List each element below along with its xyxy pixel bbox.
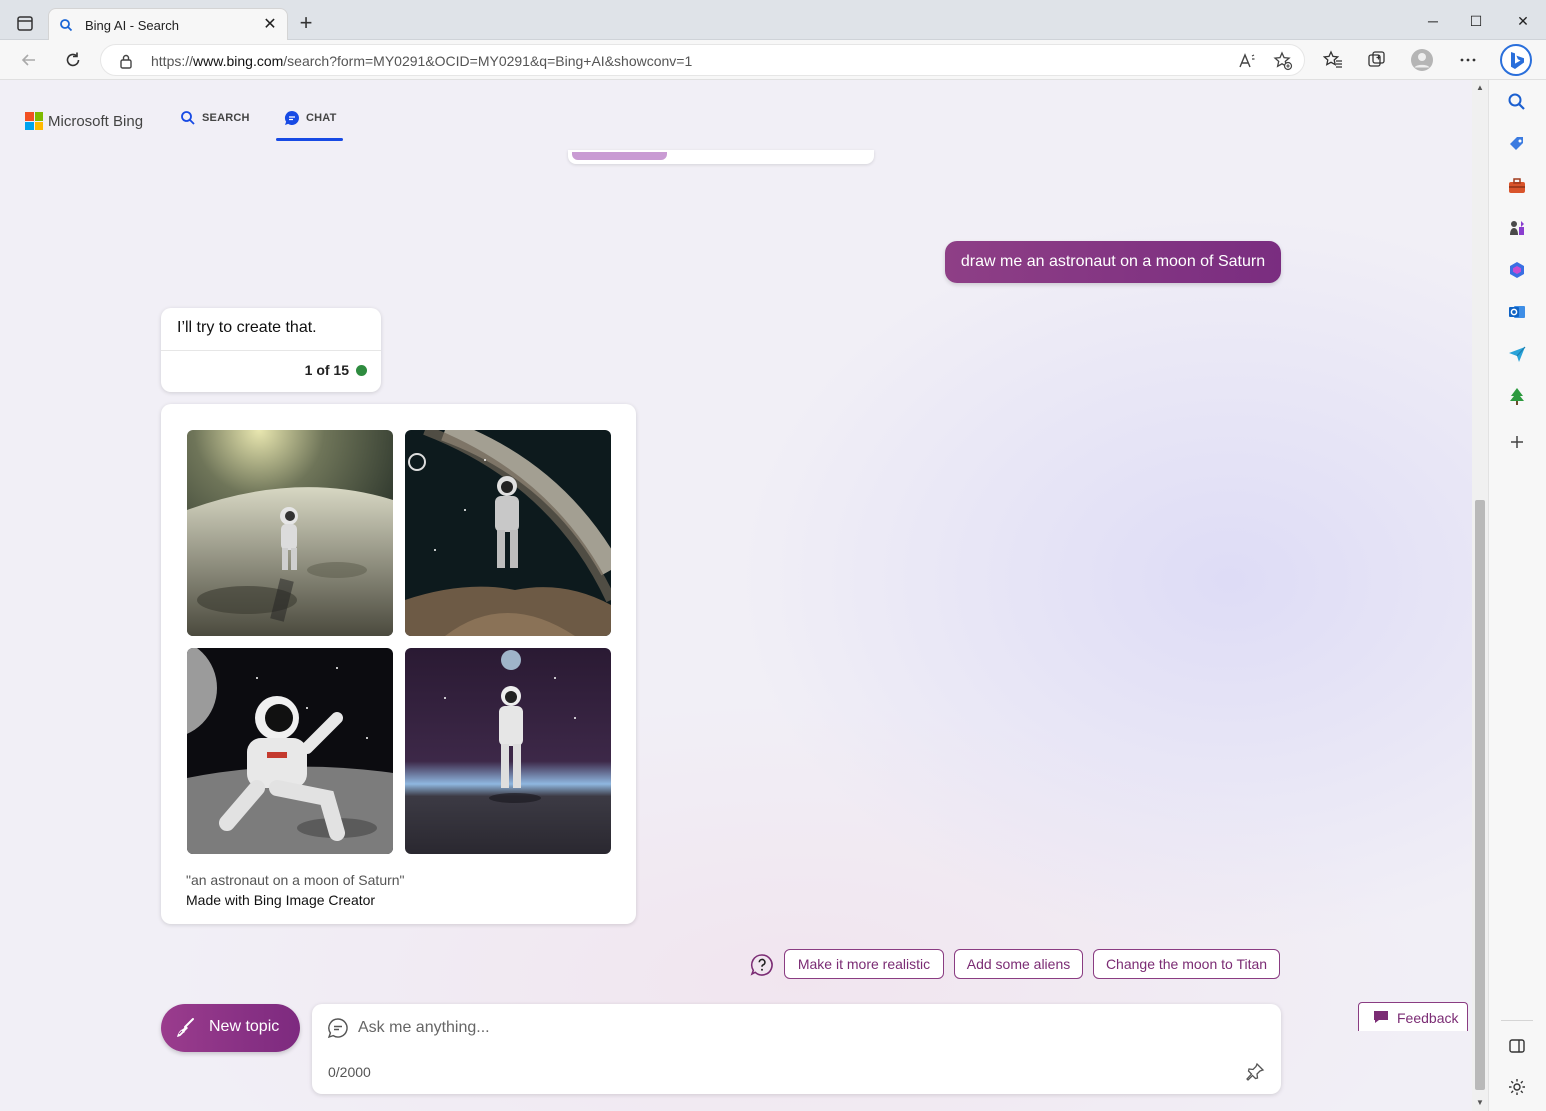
edge-sidebar bbox=[1488, 80, 1546, 1111]
games-chess-icon[interactable] bbox=[1505, 216, 1529, 240]
close-window-icon[interactable]: ✕ bbox=[1508, 8, 1538, 34]
read-aloud-icon[interactable] bbox=[1237, 51, 1257, 71]
generated-image-2[interactable] bbox=[405, 430, 611, 636]
user-message-bubble: draw me an astronaut on a moon of Saturn bbox=[945, 241, 1281, 283]
add-favorite-icon[interactable] bbox=[1273, 51, 1293, 71]
generated-image-3[interactable] bbox=[187, 648, 393, 854]
previous-message-card bbox=[568, 150, 874, 164]
broom-icon bbox=[177, 1018, 194, 1037]
address-bar[interactable]: https://www.bing.com/search?form=MY0291&… bbox=[100, 44, 1305, 76]
outlook-icon[interactable] bbox=[1505, 300, 1529, 324]
suggestion-chip-3[interactable]: Change the moon to Titan bbox=[1093, 949, 1280, 979]
image-result-card: "an astronaut on a moon of Saturn" Made … bbox=[161, 404, 636, 924]
back-arrow-icon[interactable] bbox=[17, 48, 41, 72]
feedback-icon bbox=[1374, 1011, 1388, 1023]
nav-chat-tab[interactable]: CHAT bbox=[284, 110, 337, 126]
question-mark-icon[interactable] bbox=[750, 953, 774, 977]
new-topic-button[interactable]: New topic bbox=[161, 1004, 300, 1052]
tree-icon[interactable] bbox=[1505, 384, 1529, 408]
generated-image-1[interactable] bbox=[187, 430, 393, 636]
split-screen-icon[interactable] bbox=[1505, 1034, 1529, 1058]
feedback-button[interactable]: Feedback bbox=[1358, 1002, 1468, 1031]
pin-icon[interactable] bbox=[1245, 1062, 1265, 1082]
sidebar-divider bbox=[1501, 1020, 1533, 1021]
nav-chat-label: CHAT bbox=[306, 112, 337, 124]
settings-gear-icon[interactable] bbox=[1505, 1075, 1529, 1099]
search-icon[interactable] bbox=[1505, 90, 1529, 114]
search-icon bbox=[181, 111, 195, 125]
new-topic-label: New topic bbox=[209, 1018, 280, 1035]
generated-image-4[interactable] bbox=[405, 648, 611, 854]
divider bbox=[161, 350, 381, 351]
tools-briefcase-icon[interactable] bbox=[1505, 174, 1529, 198]
suggestion-chip-2[interactable]: Add some aliens bbox=[954, 949, 1083, 979]
nav-search-tab[interactable]: SEARCH bbox=[180, 110, 250, 126]
minimize-icon[interactable]: ─ bbox=[1418, 8, 1448, 34]
shopping-tag-icon[interactable] bbox=[1505, 132, 1529, 156]
bing-copilot-icon[interactable] bbox=[1500, 44, 1532, 76]
add-icon[interactable] bbox=[1505, 430, 1529, 454]
browser-title-bar: Bing AI - Search ✕ + ─ ☐ ✕ bbox=[0, 0, 1546, 41]
lock-icon[interactable] bbox=[119, 53, 133, 69]
previous-message-accent bbox=[572, 152, 667, 160]
new-tab-icon[interactable]: + bbox=[294, 12, 318, 36]
active-tab-indicator bbox=[276, 138, 343, 141]
more-menu-icon[interactable] bbox=[1456, 48, 1480, 72]
collections-icon[interactable] bbox=[1365, 48, 1389, 72]
microsoft-logo-icon bbox=[25, 112, 43, 130]
microsoft-bing-logo[interactable]: Microsoft Bing bbox=[25, 112, 143, 130]
bot-message-text: I’ll try to create that. bbox=[177, 319, 317, 336]
bing-chat-page: Microsoft Bing SEARCH CHAT draw me an as… bbox=[0, 80, 1472, 1111]
scroll-up-arrow-icon[interactable]: ▲ bbox=[1475, 84, 1485, 92]
scroll-down-arrow-icon[interactable]: ▼ bbox=[1475, 1099, 1485, 1107]
search-icon bbox=[59, 18, 73, 32]
scrollbar-thumb[interactable] bbox=[1475, 500, 1485, 1090]
logo-text: Microsoft Bing bbox=[48, 112, 144, 130]
image-creator-credit[interactable]: Made with Bing Image Creator bbox=[186, 892, 375, 908]
chat-composer: 0/2000 bbox=[312, 1004, 1281, 1094]
tab-title: Bing AI - Search bbox=[85, 18, 179, 33]
profile-avatar-icon[interactable] bbox=[1410, 48, 1434, 72]
favorites-icon[interactable] bbox=[1321, 48, 1345, 72]
nav-search-label: SEARCH bbox=[202, 112, 250, 124]
browser-tab-active[interactable]: Bing AI - Search ✕ bbox=[48, 8, 288, 41]
refresh-icon[interactable] bbox=[61, 48, 85, 72]
close-tab-icon[interactable]: ✕ bbox=[261, 16, 279, 34]
turn-counter: 1 of 15 bbox=[304, 362, 349, 378]
maximize-icon[interactable]: ☐ bbox=[1461, 8, 1491, 34]
chat-bubble-icon bbox=[327, 1018, 348, 1039]
status-indicator-dot bbox=[356, 365, 367, 376]
browser-toolbar: https://www.bing.com/search?form=MY0291&… bbox=[0, 40, 1546, 80]
chat-bubble-icon bbox=[284, 110, 299, 125]
page-scrollbar[interactable]: ▲ ▼ bbox=[1472, 80, 1488, 1111]
bot-message-card: I’ll try to create that. 1 of 15 bbox=[161, 308, 381, 392]
feedback-label: Feedback bbox=[1397, 1010, 1459, 1026]
character-counter: 0/2000 bbox=[328, 1064, 371, 1080]
tab-actions-icon[interactable] bbox=[10, 10, 40, 38]
image-prompt-caption: "an astronaut on a moon of Saturn" bbox=[186, 872, 405, 888]
chat-input[interactable] bbox=[358, 1014, 1238, 1042]
microsoft-365-icon[interactable] bbox=[1505, 258, 1529, 282]
send-paper-plane-icon[interactable] bbox=[1505, 342, 1529, 366]
url-text[interactable]: https://www.bing.com/search?form=MY0291&… bbox=[151, 53, 692, 69]
suggestion-chip-1[interactable]: Make it more realistic bbox=[784, 949, 944, 979]
